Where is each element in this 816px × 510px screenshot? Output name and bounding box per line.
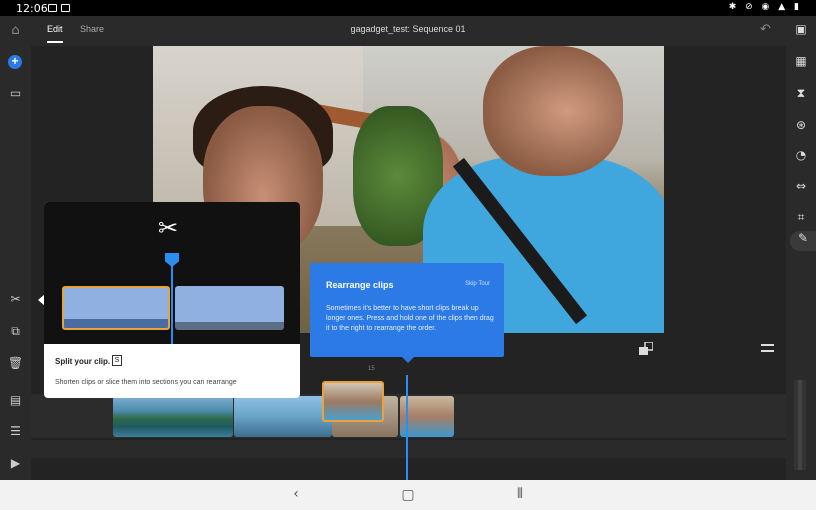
split-icon[interactable]: ✂ <box>0 292 31 306</box>
left-toolbar <box>0 46 31 480</box>
timeline-clip[interactable] <box>400 396 454 437</box>
status-bar: 12:06 ✱ ⊘ ◉ ▲ ▮ <box>0 0 816 16</box>
recents-icon[interactable]: ⦀ <box>510 486 530 504</box>
add-media-button[interactable]: + <box>8 55 22 69</box>
list-icon[interactable]: ☰ <box>0 424 31 438</box>
timecode-label: 15 <box>368 366 375 372</box>
timeline-clip[interactable] <box>113 396 233 437</box>
tooltip-arrow <box>401 356 415 363</box>
status-icons: ✱ ⊘ ◉ ▲ ▮ <box>728 2 802 12</box>
track-icon[interactable]: ▤ <box>0 393 31 407</box>
notification-icon <box>48 4 57 12</box>
menu-icon[interactable] <box>761 344 774 352</box>
playhead[interactable] <box>406 375 408 480</box>
home-nav-icon[interactable]: ▢ <box>398 487 418 505</box>
rearrange-clips-tooltip: Rearrange clips Skip Tour Sometimes it's… <box>310 263 504 357</box>
tooltip-title: Rearrange clips <box>326 280 394 290</box>
speed-icon[interactable]: ◔ <box>786 148 816 162</box>
timeline-clip[interactable] <box>234 396 332 437</box>
gallery-icon <box>61 4 70 12</box>
tooltip-description: Shorten clips or slice them into section… <box>55 379 237 386</box>
undo-icon[interactable]: ↶ <box>760 22 771 37</box>
crop-icon[interactable]: ⌗ <box>786 210 816 225</box>
scissors-icon: ✂ <box>158 214 179 242</box>
titles-icon[interactable]: ▦ <box>786 54 816 68</box>
illustration-clip-left <box>62 286 170 330</box>
split-clip-tooltip: ✂ Split your clip. S Shorten clips or sl… <box>44 202 300 398</box>
duplicate-icon[interactable]: ⧉ <box>0 324 31 339</box>
comment-icon[interactable]: ▣ <box>786 22 816 36</box>
shortcut-key: S <box>112 355 122 366</box>
top-bar: ⌂ Edit Share gagadget_test: Sequence 01 … <box>0 16 816 46</box>
library-icon[interactable]: ▭ <box>0 86 31 100</box>
tooltip-description: Sometimes it's better to have short clip… <box>326 305 494 332</box>
transitions-icon[interactable]: ⧗ <box>786 86 816 101</box>
fullscreen-icon[interactable] <box>639 342 653 355</box>
skip-tour-link[interactable]: Skip Tour <box>465 281 490 287</box>
color-icon[interactable]: ⊛ <box>786 118 816 132</box>
back-icon[interactable]: ‹ <box>286 486 306 504</box>
illustration-clip-right <box>175 286 284 330</box>
tooltip-title: Split your clip. <box>55 357 111 366</box>
pencil-icon[interactable]: ✎ <box>790 231 816 251</box>
fit-icon[interactable]: ⇔ <box>786 179 816 193</box>
status-time: 12:06 <box>16 2 48 15</box>
illustration-playhead <box>171 260 173 344</box>
add-track-icon[interactable]: ▶ <box>0 456 31 470</box>
preview-person2-face <box>483 46 623 176</box>
selected-clip[interactable] <box>322 381 384 422</box>
sequence-title: gagadget_test: Sequence 01 <box>350 24 466 34</box>
delete-icon[interactable]: 🗑 <box>0 356 31 370</box>
audio-track[interactable] <box>31 440 786 458</box>
timeline-scrollbar[interactable] <box>794 380 806 470</box>
system-nav-bar: ‹ ▢ ⦀ <box>0 480 816 510</box>
